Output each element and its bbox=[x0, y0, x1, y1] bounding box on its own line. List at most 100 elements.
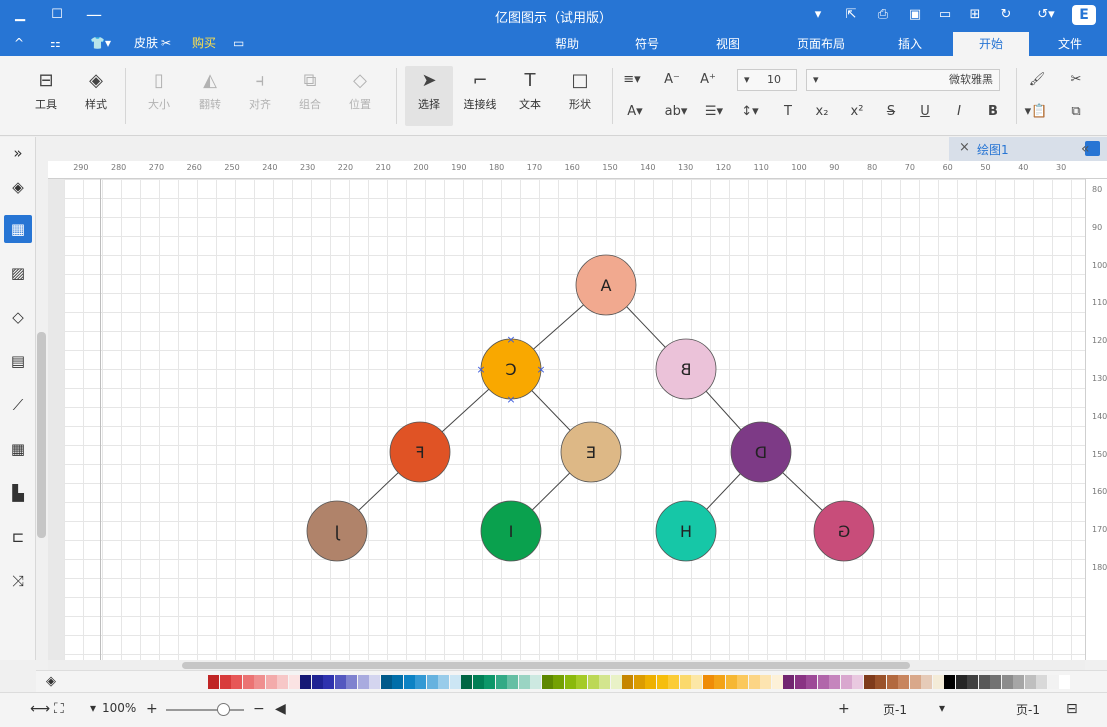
color-swatch[interactable] bbox=[967, 675, 978, 689]
color-swatch[interactable] bbox=[357, 675, 369, 689]
print-icon[interactable]: ⎙ bbox=[873, 5, 893, 25]
align-text-icon[interactable]: ≡▾ bbox=[622, 70, 642, 90]
color-swatch[interactable] bbox=[944, 675, 955, 689]
align-button[interactable]: ⫞ 对齐 bbox=[236, 66, 284, 126]
save-icon[interactable]: ▣ bbox=[905, 5, 925, 25]
fill-icon[interactable]: ◈ bbox=[4, 173, 32, 201]
color-swatch[interactable] bbox=[932, 675, 944, 689]
shirt-icon[interactable]: 👕▾ bbox=[90, 33, 111, 53]
shape-button[interactable]: □ 形状 bbox=[556, 66, 604, 126]
color-swatch[interactable] bbox=[415, 675, 426, 689]
color-swatch[interactable] bbox=[323, 675, 334, 689]
connection-point-handle[interactable]: × bbox=[506, 333, 515, 346]
shuffle-icon[interactable]: ⤨ bbox=[4, 567, 32, 595]
copy-icon[interactable]: ⧉ bbox=[1066, 102, 1086, 122]
color-swatch[interactable] bbox=[990, 675, 1001, 689]
layers-icon[interactable]: ◇ bbox=[4, 303, 32, 331]
maximize-icon[interactable]: ☐ bbox=[47, 5, 67, 25]
color-swatch[interactable] bbox=[702, 675, 714, 689]
color-swatch[interactable] bbox=[886, 675, 898, 689]
tree-node-E[interactable]: E bbox=[560, 421, 622, 483]
font-color-icon[interactable]: A▾ bbox=[620, 102, 650, 122]
color-swatch[interactable] bbox=[242, 675, 254, 689]
collapse-ribbon-icon[interactable]: ^ bbox=[14, 33, 24, 53]
font-family-select[interactable]: ▾ 微软雅黑 bbox=[806, 69, 1000, 91]
fullscreen-icon[interactable]: ⛶ bbox=[54, 701, 64, 717]
tab-file[interactable]: 文件 bbox=[1038, 32, 1102, 56]
tab-symbols[interactable]: 符号 bbox=[615, 32, 679, 56]
tree-node-C[interactable]: C × × × × bbox=[476, 333, 545, 406]
horizontal-scrollbar[interactable] bbox=[48, 660, 1085, 670]
font-size-select[interactable]: ▾ 10 bbox=[737, 69, 797, 91]
color-swatch[interactable] bbox=[875, 675, 886, 689]
highlight-icon[interactable]: ab▾ bbox=[662, 102, 690, 122]
color-swatch[interactable] bbox=[794, 675, 806, 689]
tree-node-G[interactable]: G bbox=[813, 500, 875, 562]
color-swatch[interactable] bbox=[208, 675, 219, 689]
color-swatch[interactable] bbox=[633, 675, 645, 689]
color-swatch[interactable] bbox=[909, 675, 921, 689]
connection-point-handle[interactable]: × bbox=[536, 363, 545, 376]
list-icon[interactable]: ☰▾ bbox=[702, 102, 726, 122]
redo-icon[interactable]: ↺▾ bbox=[1036, 5, 1056, 25]
page-selector[interactable]: 页-1 bbox=[1016, 701, 1040, 718]
color-swatch[interactable] bbox=[518, 675, 530, 689]
color-swatch[interactable] bbox=[806, 675, 817, 689]
close-tab-icon[interactable]: × bbox=[959, 140, 970, 155]
tab-home[interactable]: 开始 bbox=[953, 32, 1029, 56]
color-swatch[interactable] bbox=[369, 675, 380, 689]
color-swatch[interactable] bbox=[392, 675, 403, 689]
color-swatch[interactable] bbox=[1059, 675, 1070, 689]
zoom-in-button[interactable]: + bbox=[146, 701, 158, 717]
superscript-icon[interactable]: x² bbox=[846, 102, 868, 122]
tab-view[interactable]: 视图 bbox=[696, 32, 760, 56]
color-swatch[interactable] bbox=[599, 675, 610, 689]
tree-node-D[interactable]: D bbox=[730, 421, 792, 483]
rotate-button[interactable]: ◭ 翻转 bbox=[186, 66, 234, 126]
color-swatch[interactable] bbox=[829, 675, 840, 689]
color-swatch[interactable] bbox=[852, 675, 863, 689]
style-button[interactable]: ◈ 样式 bbox=[72, 66, 120, 126]
color-swatch[interactable] bbox=[587, 675, 599, 689]
dropdown-icon[interactable]: ▾ bbox=[808, 5, 828, 25]
color-swatch[interactable] bbox=[553, 675, 564, 689]
drawing-page[interactable]: A B C × × × × D E F G H I J bbox=[64, 179, 1085, 660]
select-button[interactable]: ➤ 选择 bbox=[405, 66, 453, 126]
color-swatch[interactable] bbox=[530, 675, 541, 689]
add-page-button[interactable]: + bbox=[838, 701, 850, 717]
color-swatch[interactable] bbox=[334, 675, 346, 689]
connection-point-handle[interactable]: × bbox=[506, 393, 515, 406]
color-swatch[interactable] bbox=[863, 675, 875, 689]
zoom-out-button[interactable]: − bbox=[253, 701, 265, 717]
font-shrink-icon[interactable]: A⁻ bbox=[662, 70, 682, 90]
color-swatch[interactable] bbox=[495, 675, 507, 689]
tab-insert[interactable]: 插入 bbox=[878, 32, 942, 56]
connector-button[interactable]: ⌐ 连接线 bbox=[456, 66, 504, 126]
color-swatch[interactable] bbox=[748, 675, 760, 689]
tab-help[interactable]: 帮助 bbox=[535, 32, 599, 56]
color-swatch[interactable] bbox=[403, 675, 415, 689]
underline-icon[interactable]: U bbox=[914, 102, 936, 122]
italic-icon[interactable]: I bbox=[948, 102, 970, 122]
color-swatch[interactable] bbox=[380, 675, 392, 689]
export-icon[interactable]: ⇱ bbox=[841, 5, 861, 25]
tree-node-I[interactable]: I bbox=[480, 500, 542, 562]
tree-node-H[interactable]: H bbox=[655, 500, 717, 562]
color-swatch[interactable] bbox=[978, 675, 990, 689]
color-swatch[interactable] bbox=[1047, 675, 1059, 689]
binary-tree-diagram[interactable]: A B C × × × × D E F G H I J bbox=[64, 179, 1085, 660]
color-swatch[interactable] bbox=[541, 675, 553, 689]
document-icon[interactable]: ▤ bbox=[4, 347, 32, 375]
color-swatch[interactable] bbox=[254, 675, 265, 689]
tree-node-F[interactable]: F bbox=[389, 421, 451, 483]
fill-bucket-icon[interactable]: ◈ bbox=[46, 674, 56, 689]
page-layout-icon[interactable]: ⊟ bbox=[1066, 701, 1078, 717]
color-swatch[interactable] bbox=[771, 675, 783, 689]
group-button[interactable]: ⧉ 组合 bbox=[286, 66, 334, 126]
position-button[interactable]: ◇ 位置 bbox=[336, 66, 384, 126]
brush-icon[interactable]: ⊏ bbox=[4, 523, 32, 551]
color-swatch[interactable] bbox=[668, 675, 679, 689]
collapse-right-panel-icon[interactable]: « bbox=[1081, 141, 1090, 157]
color-swatch[interactable] bbox=[622, 675, 633, 689]
color-swatch[interactable] bbox=[898, 675, 909, 689]
